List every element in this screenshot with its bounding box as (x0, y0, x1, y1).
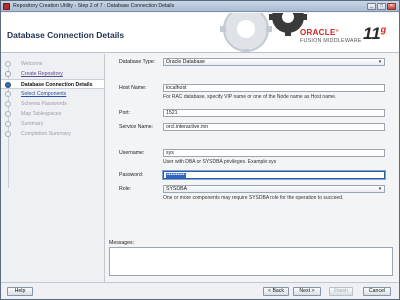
password-label: Password: (119, 172, 144, 178)
nav-step-database-connection[interactable]: Database Connection Details (1, 79, 104, 89)
messages-label: Messages: (109, 240, 135, 246)
step-dot-icon (5, 61, 11, 67)
version-badge: 11g (363, 24, 387, 43)
step-dot-icon (5, 101, 11, 107)
nav-step-schema-passwords[interactable]: Schema Passwords (1, 99, 104, 109)
minimize-button[interactable]: _ (367, 3, 376, 10)
nav-step-select-components[interactable]: Select Components (1, 89, 104, 99)
connection-form: Database Type: Oracle Database ▾ Host Na… (107, 54, 399, 282)
host-name-label: Host Name: (119, 85, 147, 91)
next-button[interactable]: Next > (293, 287, 321, 296)
service-name-field[interactable]: orcl.interactive.mn (163, 123, 385, 131)
step-dot-icon (5, 71, 11, 77)
back-button[interactable]: < Back (263, 287, 289, 296)
dropdown-arrow-icon: ▾ (378, 59, 382, 65)
window-title: Repository Creation Utility - Step 2 of … (13, 3, 175, 9)
nav-step-summary[interactable]: Summary (1, 119, 104, 129)
step-navigation: Welcome Create Repository Database Conne… (1, 54, 105, 282)
header-banner: Database Connection Details ORACLE® FUSI… (1, 13, 399, 53)
current-step-icon (5, 82, 11, 88)
host-name-hint: For RAC database, specify VIP name or on… (163, 94, 337, 100)
database-type-select[interactable]: Oracle Database ▾ (163, 58, 385, 66)
port-field[interactable]: 1521 (163, 109, 385, 117)
username-hint: User with DBA or SYSDBA privileges. Exam… (163, 159, 277, 165)
app-icon (3, 3, 10, 10)
help-button[interactable]: Help (7, 287, 33, 296)
page-title: Database Connection Details (7, 30, 125, 40)
step-dot-icon (5, 111, 11, 117)
close-button[interactable]: × (387, 3, 396, 10)
step-dot-icon (5, 131, 11, 137)
database-type-value: Oracle Database (166, 59, 205, 65)
password-field[interactable]: •••••••••• (163, 171, 385, 179)
role-hint: One or more components may require SYSDB… (163, 195, 344, 201)
finish-button[interactable]: Finish (329, 287, 353, 296)
product-line: FUSION MIDDLEWARE (300, 38, 362, 44)
step-dot-icon (5, 91, 11, 97)
role-select[interactable]: SYSDBA ▾ (163, 185, 385, 193)
port-label: Port: (119, 110, 130, 116)
nav-step-welcome[interactable]: Welcome (1, 59, 104, 69)
role-label: Role: (119, 186, 132, 192)
messages-area[interactable] (109, 247, 393, 276)
password-value: •••••••••• (166, 172, 186, 178)
nav-step-map-tablespaces[interactable]: Map Tablespaces (1, 109, 104, 119)
oracle-logo: ORACLE® (300, 28, 339, 37)
username-field[interactable]: sys (163, 149, 385, 157)
maximize-button[interactable]: □ (377, 3, 386, 10)
host-name-field[interactable]: localhost (163, 84, 385, 92)
title-bar: Repository Creation Utility - Step 2 of … (1, 1, 399, 12)
footer-bar: Help < Back Next > Finish Cancel (1, 282, 399, 299)
role-value: SYSDBA (166, 186, 188, 192)
step-dot-icon (5, 121, 11, 127)
database-type-label: Database Type: (119, 59, 156, 65)
service-name-label: Service Name: (119, 124, 154, 130)
username-label: Username: (119, 150, 145, 156)
rcu-window: Repository Creation Utility - Step 2 of … (0, 0, 400, 300)
nav-step-create-repository[interactable]: Create Repository (1, 69, 104, 79)
nav-step-completion-summary[interactable]: Completion Summary (1, 129, 104, 139)
cancel-button[interactable]: Cancel (363, 287, 391, 296)
dropdown-arrow-icon: ▾ (378, 186, 382, 192)
